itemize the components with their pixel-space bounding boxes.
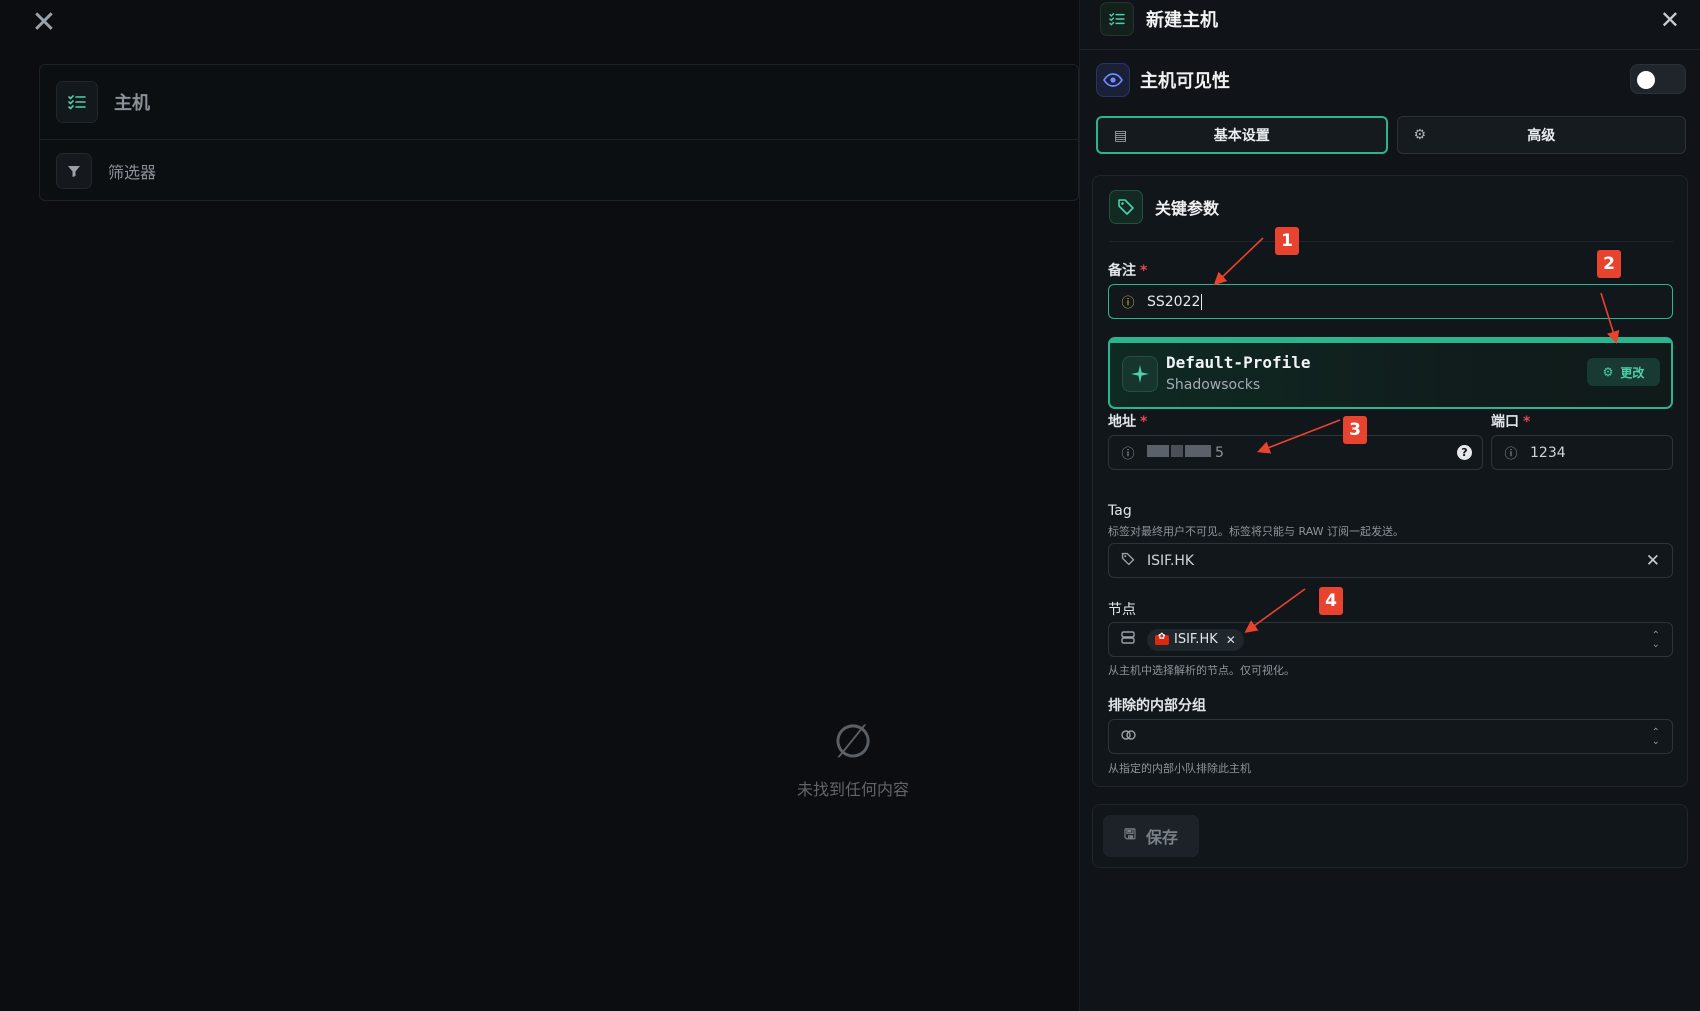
toggle-knob	[1637, 71, 1655, 89]
excluded-groups-help: 从指定的内部小队排除此主机	[1108, 762, 1251, 775]
gear-icon: ⚙	[1602, 365, 1614, 379]
info-icon: ⓘ	[1504, 447, 1518, 462]
port-value: 1234	[1530, 444, 1566, 461]
nodes-label: 节点	[1108, 602, 1136, 618]
link-icon	[1119, 729, 1137, 744]
address-value-tail: 5	[1215, 444, 1224, 461]
hk-flag-icon	[1155, 632, 1169, 645]
settings-tabs: ▤ 基本设置 ⚙ 高级	[1096, 116, 1686, 154]
save-icon: 🖫	[1124, 827, 1136, 843]
empty-set-icon: ∅	[832, 714, 874, 768]
node-chip-label: ISIF.HK	[1174, 632, 1218, 647]
new-host-drawer: 新建主机 ✕ 主机可见性 ▤ 基本设置 ⚙ 高级 关键参数 备注 * ⓘ SS2…	[1079, 0, 1700, 1011]
port-label-text: 端口	[1491, 414, 1519, 430]
section-title: 关键参数	[1155, 199, 1220, 218]
empty-text: 未找到任何内容	[796, 780, 909, 799]
close-icon[interactable]: ✕	[30, 8, 58, 38]
save-bar: 🖫 保存	[1092, 804, 1688, 868]
filter-label[interactable]: 筛选器	[108, 159, 156, 183]
remark-value: SS2022	[1147, 293, 1201, 310]
remark-input[interactable]: ⓘ SS2022	[1108, 284, 1673, 319]
tag-label: Tag	[1108, 503, 1132, 519]
clear-icon[interactable]: ✕	[1646, 551, 1660, 571]
filter-row[interactable]: 筛选器	[40, 140, 1078, 201]
list-check-icon	[1100, 1, 1134, 36]
chevron-updown-icon: ⌃ ⌄	[1651, 630, 1660, 650]
section-header: 关键参数	[1109, 190, 1219, 224]
annotation-badge-1: 1	[1275, 227, 1299, 255]
port-input[interactable]: ⓘ 1234	[1491, 435, 1673, 470]
tag-input[interactable]: ISIF.HK ✕	[1108, 543, 1673, 578]
hosts-card: 主机 筛选器	[39, 64, 1079, 201]
divider	[1109, 241, 1673, 242]
annotation-badge-3: 3	[1343, 416, 1367, 444]
close-icon[interactable]: ✕	[1660, 6, 1680, 34]
tag-icon	[1119, 552, 1137, 570]
mask-block	[1147, 444, 1169, 457]
save-button[interactable]: 🖫 保存	[1103, 815, 1199, 857]
filter-icon[interactable]	[56, 152, 92, 189]
tab-basic-settings[interactable]: ▤ 基本设置	[1096, 116, 1388, 154]
server-icon	[1119, 631, 1137, 648]
hosts-header: 主机	[40, 65, 1078, 140]
required-mark: *	[1523, 414, 1531, 430]
remark-label-text: 备注	[1108, 263, 1136, 279]
chevron-updown-icon: ⌃ ⌄	[1651, 727, 1660, 747]
text-cursor	[1201, 293, 1203, 310]
visibility-row: 主机可见性	[1096, 60, 1686, 100]
remark-label: 备注 *	[1108, 260, 1147, 280]
address-label: 地址 *	[1108, 411, 1147, 431]
tag-icon	[1109, 190, 1143, 224]
tab-label: 基本设置	[1213, 128, 1270, 144]
empty-state: ∅ 未找到任何内容	[780, 718, 926, 800]
remove-chip-icon[interactable]: ✕	[1226, 633, 1236, 647]
profile-card: Default-Profile Shadowsocks ⚙ 更改	[1108, 337, 1673, 409]
nodes-select[interactable]: ISIF.HK ✕ ⌃⌄	[1108, 622, 1673, 657]
info-icon: ⓘ	[1121, 447, 1135, 462]
file-icon: ▤	[1114, 128, 1128, 144]
excluded-groups-select[interactable]: ⌃ ⌄	[1108, 719, 1673, 754]
annotation-badge-2: 2	[1597, 250, 1621, 278]
change-label: 更改	[1620, 365, 1645, 380]
drawer-header: 新建主机 ✕	[1080, 0, 1700, 50]
required-mark: *	[1140, 263, 1148, 279]
sparkle-icon	[1122, 356, 1158, 392]
visibility-label: 主机可见性	[1140, 71, 1230, 92]
hosts-title: 主机	[114, 93, 150, 114]
profile-name: Default-Profile	[1166, 353, 1311, 372]
visibility-toggle[interactable]	[1630, 64, 1686, 94]
excluded-groups-label: 排除的内部分组	[1108, 698, 1206, 714]
mask-block	[1185, 444, 1211, 457]
list-check-icon	[56, 81, 98, 123]
required-mark: *	[1140, 414, 1148, 430]
drawer-title: 新建主机	[1146, 9, 1218, 31]
help-icon[interactable]: ?	[1457, 445, 1472, 460]
profile-protocol: Shadowsocks	[1166, 377, 1261, 393]
tag-help: 标签对最终用户不可见。标签将只能与 RAW 订阅一起发送。	[1108, 525, 1404, 538]
gear-icon: ⚙	[1413, 127, 1427, 143]
mask-block	[1171, 444, 1183, 457]
masked-address	[1147, 444, 1213, 461]
info-square-icon: ⓘ	[1121, 296, 1135, 311]
address-label-text: 地址	[1108, 414, 1136, 430]
eye-icon	[1096, 63, 1130, 97]
save-label: 保存	[1145, 828, 1178, 847]
tag-value: ISIF.HK	[1147, 552, 1195, 569]
annotation-badge-4: 4	[1319, 587, 1343, 615]
tab-label: 高级	[1527, 128, 1556, 144]
node-chip[interactable]: ISIF.HK ✕	[1147, 628, 1244, 651]
tab-advanced[interactable]: ⚙ 高级	[1396, 116, 1686, 154]
address-input[interactable]: ⓘ 5 ?	[1108, 435, 1483, 470]
change-profile-button[interactable]: ⚙ 更改	[1587, 358, 1660, 386]
nodes-help: 从主机中选择解析的节点。仅可视化。	[1108, 664, 1295, 677]
port-label: 端口 *	[1491, 411, 1530, 431]
